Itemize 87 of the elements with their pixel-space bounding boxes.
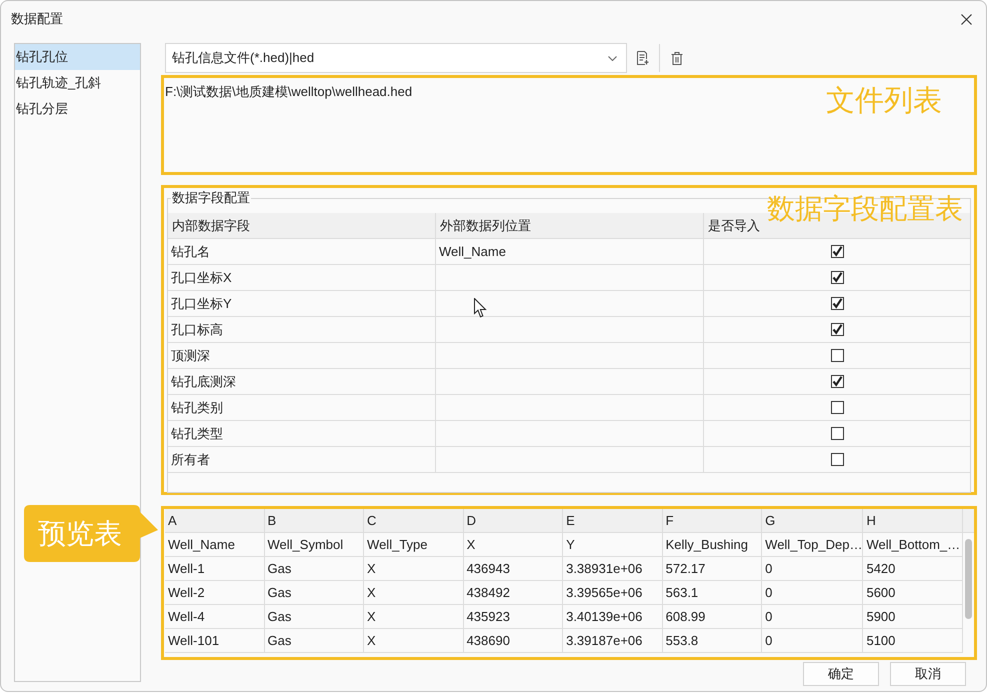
table-cell: 3.40139e+06 (563, 605, 663, 629)
file-type-dropdown[interactable]: 钻孔信息文件(*.hed)|hed (165, 43, 627, 73)
table-cell: Gas (264, 581, 364, 605)
table-cell: 0 (762, 581, 864, 605)
table-cell: 孔口坐标Y (168, 291, 436, 317)
column-header: H (863, 509, 963, 533)
empty-header-cell (963, 509, 974, 533)
table-cell: Y (563, 533, 663, 557)
sidebar-item[interactable]: 钻孔轨迹_孔斜 (15, 70, 140, 96)
table-cell: 3.38931e+06 (563, 557, 663, 581)
table-cell: Well_Type (364, 533, 464, 557)
table-cell: 436943 (464, 557, 564, 581)
import-checkbox[interactable] (830, 375, 844, 388)
column-header: C (364, 509, 464, 533)
table-cell: Well_Name (165, 533, 265, 557)
import-checkbox[interactable] (830, 427, 844, 440)
table-cell: 钻孔名 (168, 239, 436, 265)
table-cell: Well-1 (165, 557, 265, 581)
import-checkbox[interactable] (830, 297, 844, 310)
import-checkbox[interactable] (830, 323, 844, 336)
trash-icon[interactable] (671, 52, 683, 64)
dialog-button[interactable]: 取消 (890, 662, 966, 686)
chevron-down-icon (608, 56, 617, 60)
file-list-item[interactable]: F:\测试数据\地质建模\welltop\wellhead.hed (165, 84, 412, 100)
table-cell: X (364, 581, 464, 605)
table-cell: 5900 (863, 605, 963, 629)
sidebar-item[interactable]: 钻孔孔位 (15, 44, 140, 70)
table-cell: Gas (264, 605, 364, 629)
table-cell: Well_Name (436, 239, 704, 265)
dialog-button[interactable]: 确定 (803, 662, 879, 686)
column-header: B (264, 509, 364, 533)
table-cell: Kelly_Bushing (662, 533, 762, 557)
group-title: 数据字段配置 (171, 190, 251, 206)
column-header: F (662, 509, 762, 533)
table-cell: 钻孔底测深 (168, 369, 436, 395)
column-header: G (762, 509, 864, 533)
table-cell: 563.1 (662, 581, 762, 605)
column-header: 外部数据列位置 (436, 213, 704, 239)
table-cell: Well_Top_Dep… (762, 533, 864, 557)
table-cell: Gas (264, 557, 364, 581)
table-cell: X (364, 629, 464, 653)
table-cell: 553.8 (662, 629, 762, 653)
column-header: A (165, 509, 265, 533)
scrollbar-thumb[interactable] (965, 539, 972, 619)
import-checkbox[interactable] (830, 349, 844, 362)
column-header: E (563, 509, 663, 533)
mouse-pointer-icon (474, 298, 487, 318)
table-cell: 所有者 (168, 447, 436, 473)
table-cell: Well-2 (165, 581, 265, 605)
table-cell: 572.17 (662, 557, 762, 581)
table-cell: Well_Bottom_… (863, 533, 963, 557)
table-cell: 顶测深 (168, 343, 436, 369)
table-cell: X (364, 557, 464, 581)
table-cell: 0 (762, 629, 864, 653)
table-cell: Well-101 (165, 629, 265, 653)
close-icon[interactable] (961, 14, 972, 24)
sidebar-item[interactable]: 钻孔分层 (15, 96, 140, 122)
table-cell: 钻孔类别 (168, 395, 436, 421)
table-cell: 孔口坐标X (168, 265, 436, 291)
table-cell: 435923 (464, 605, 564, 629)
table-cell: Gas (264, 629, 364, 653)
table-cell: 438492 (464, 581, 564, 605)
table-cell: 0 (762, 557, 864, 581)
table-cell: 608.99 (662, 605, 762, 629)
window-title: 数据配置 (11, 10, 63, 28)
preview-callout: 预览表 (24, 505, 158, 562)
table-cell: 钻孔类型 (168, 421, 436, 447)
import-checkbox[interactable] (830, 271, 844, 284)
table-cell: 5100 (863, 629, 963, 653)
column-header: 内部数据字段 (168, 213, 436, 239)
table-cell: 438690 (464, 629, 564, 653)
table-cell: X (364, 605, 464, 629)
import-checkbox[interactable] (830, 245, 844, 258)
table-cell: 孔口标高 (168, 317, 436, 343)
table-cell: 3.39187e+06 (563, 629, 663, 653)
table-cell: Well_Symbol (264, 533, 364, 557)
table-cell: X (464, 533, 564, 557)
import-checkbox[interactable] (830, 453, 844, 466)
table-cell: 0 (762, 605, 864, 629)
add-file-icon[interactable] (637, 51, 649, 65)
table-cell: 5600 (863, 581, 963, 605)
table-cell: 5420 (863, 557, 963, 581)
annotation-label: 文件列表 (826, 86, 942, 116)
import-checkbox[interactable] (830, 401, 844, 414)
column-header: D (464, 509, 564, 533)
table-cell: Well-4 (165, 605, 265, 629)
table-cell: 3.39565e+06 (563, 581, 663, 605)
